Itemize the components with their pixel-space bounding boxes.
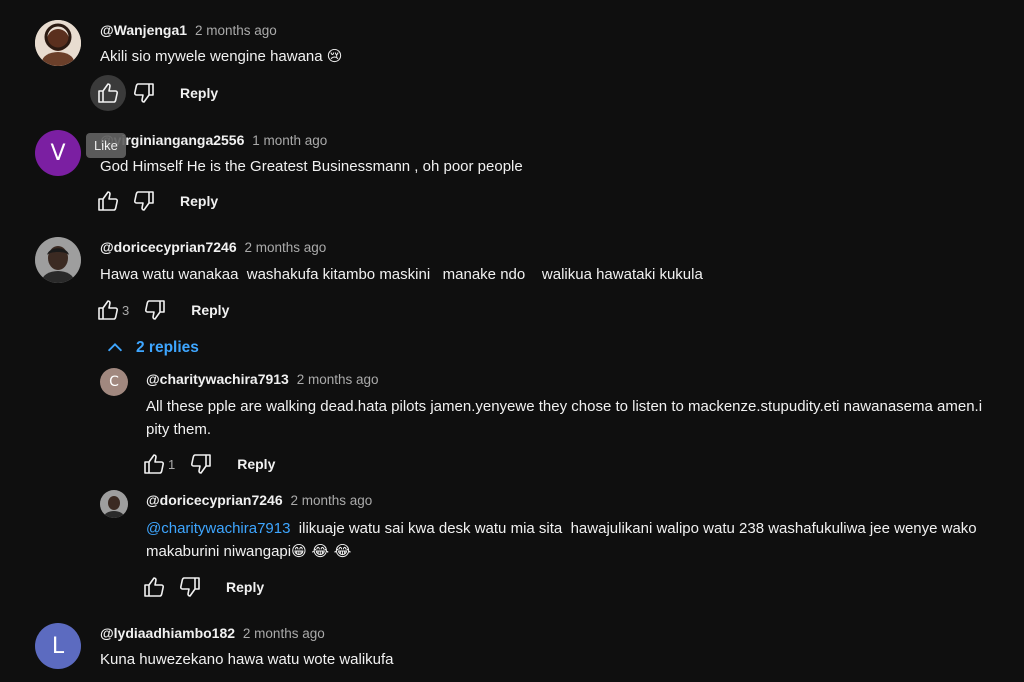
- thumbs-down-icon: [145, 300, 166, 320]
- mention-link[interactable]: @charitywachira7913: [146, 520, 290, 537]
- comment-header: @doricecyprian7246 2 months ago: [100, 239, 326, 255]
- comment-time[interactable]: 2 months ago: [291, 493, 373, 508]
- comment-author[interactable]: @lydiaadhiambo182: [100, 625, 235, 641]
- avatar-letter: V: [50, 140, 66, 166]
- dislike-button[interactable]: [172, 569, 208, 605]
- comment-author[interactable]: @doricecyprian7246: [146, 492, 283, 508]
- comment-time[interactable]: 2 months ago: [297, 372, 379, 387]
- comment-time[interactable]: 1 month ago: [252, 133, 327, 148]
- comment-actions: Reply: [90, 186, 218, 216]
- comment-actions: Reply: [90, 75, 218, 111]
- thumbs-up-icon: [98, 300, 119, 320]
- dislike-button[interactable]: [126, 183, 162, 219]
- avatar[interactable]: L: [35, 623, 81, 669]
- replies-toggle-button[interactable]: 2 replies: [104, 337, 199, 359]
- comment-text: Kuna huwezekano hawa watu wote walikufa: [100, 651, 394, 668]
- comment-emoji: 😁 😂 😂: [291, 542, 352, 560]
- comment-author[interactable]: @charitywachira7913: [146, 371, 289, 387]
- like-tooltip: Like: [86, 133, 126, 158]
- thumbs-down-icon: [191, 454, 212, 474]
- thumbs-down-icon: [133, 191, 154, 211]
- reply-button[interactable]: Reply: [191, 296, 229, 324]
- reply-button[interactable]: Reply: [226, 573, 264, 601]
- dislike-button[interactable]: [126, 75, 162, 111]
- avatar[interactable]: [35, 20, 81, 66]
- thumbs-up-icon: [98, 191, 119, 211]
- comment-text: God Himself He is the Greatest Businessm…: [100, 158, 523, 175]
- avatar[interactable]: [35, 237, 81, 283]
- avatar[interactable]: [100, 490, 128, 518]
- comment-header: @virginianganga2556 1 month ago: [100, 132, 327, 148]
- like-button[interactable]: [90, 292, 126, 328]
- comment-header: @lydiaadhiambo182 2 months ago: [100, 625, 325, 641]
- replies-count-label: 2 replies: [136, 339, 199, 356]
- like-button[interactable]: [136, 446, 172, 482]
- comment-header: @Wanjenga1 2 months ago: [100, 22, 277, 38]
- avatar[interactable]: V: [35, 130, 81, 176]
- thumbs-down-icon: [179, 577, 200, 597]
- comment-header: @charitywachira7913 2 months ago: [146, 371, 379, 387]
- like-button[interactable]: [136, 569, 172, 605]
- comment-actions: Reply: [136, 572, 264, 602]
- chevron-up-icon: [107, 343, 123, 352]
- comment-emoji: 😢: [326, 47, 343, 65]
- like-button[interactable]: [90, 75, 126, 111]
- comment-text: @charitywachira7913 ilikuaje watu sai kw…: [146, 517, 1016, 563]
- thumbs-up-icon: [144, 577, 165, 597]
- comment-header: @doricecyprian7246 2 months ago: [146, 492, 372, 508]
- avatar-letter: C: [109, 374, 119, 390]
- comment-actions: 3 Reply: [90, 295, 229, 325]
- comment-text: All these pple are walking dead.hata pil…: [146, 398, 987, 438]
- comment-text: Akili sio mywele wengine hawana 😢: [100, 45, 342, 68]
- reply-button[interactable]: Reply: [237, 450, 275, 478]
- thumbs-down-icon: [133, 83, 154, 103]
- reply-button[interactable]: Reply: [180, 187, 218, 215]
- like-button[interactable]: [90, 183, 126, 219]
- avatar[interactable]: C: [100, 368, 128, 396]
- dislike-button[interactable]: [137, 292, 173, 328]
- thumbs-up-icon: [98, 83, 119, 103]
- comment-actions: 1 Reply: [136, 449, 275, 479]
- comment-time[interactable]: 2 months ago: [243, 626, 325, 641]
- dislike-button[interactable]: [183, 446, 219, 482]
- comment-text: Hawa watu wanakaa washakufa kitambo mask…: [100, 266, 703, 283]
- comment-time[interactable]: 2 months ago: [245, 240, 327, 255]
- reply-button[interactable]: Reply: [180, 79, 218, 107]
- comment-time[interactable]: 2 months ago: [195, 23, 277, 38]
- comment-author[interactable]: @Wanjenga1: [100, 22, 187, 38]
- comment-author[interactable]: @doricecyprian7246: [100, 239, 237, 255]
- comment-body: Akili sio mywele wengine hawana: [100, 48, 323, 65]
- avatar-letter: L: [51, 633, 65, 659]
- thumbs-up-icon: [144, 454, 165, 474]
